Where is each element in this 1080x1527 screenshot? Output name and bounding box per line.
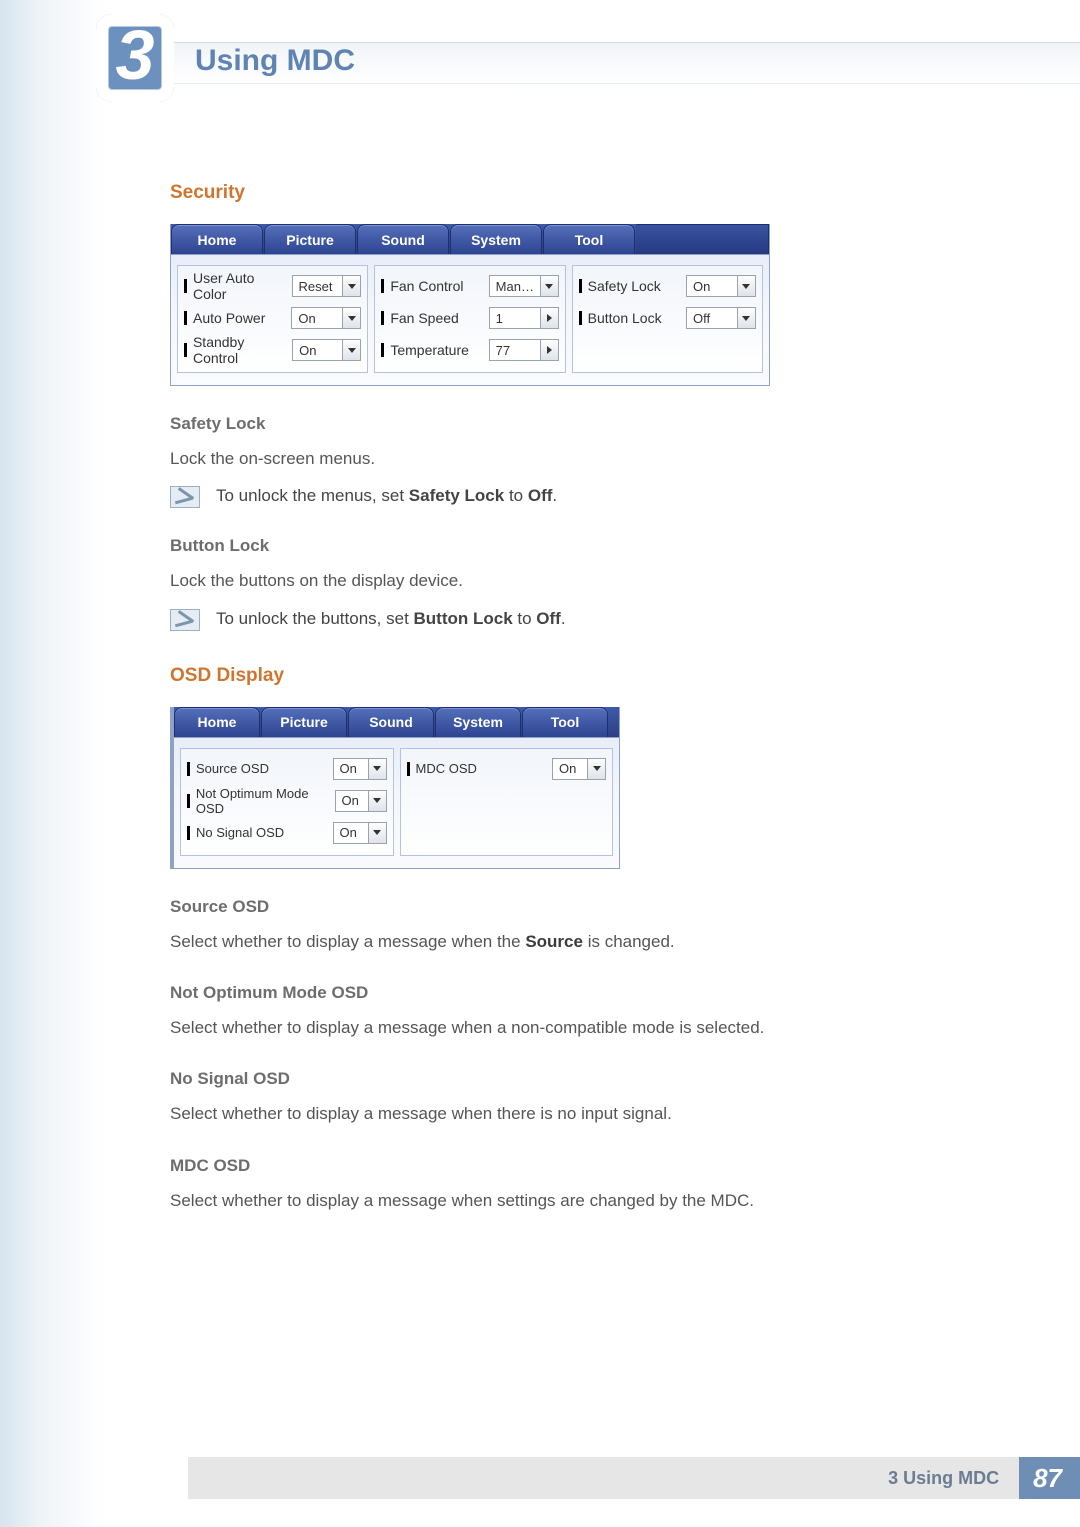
- safety-lock-dropdown[interactable]: On: [686, 275, 756, 297]
- temperature-spinner[interactable]: 77: [489, 339, 559, 361]
- button-lock-heading: Button Lock: [170, 536, 930, 556]
- chevron-down-icon: [737, 308, 755, 328]
- chevron-down-icon: [342, 340, 360, 360]
- chapter-number: 3: [116, 20, 155, 90]
- chevron-down-icon: [737, 276, 755, 296]
- chevron-right-icon: [540, 308, 558, 328]
- page-footer: 3 Using MDC 87: [188, 1457, 1080, 1499]
- tab-tool[interactable]: Tool: [522, 707, 608, 737]
- osd-panel: Home Picture Sound System Tool Source OS…: [170, 707, 620, 869]
- field-standby-control: Standby Control On: [184, 334, 361, 366]
- not-optimum-heading: Not Optimum Mode OSD: [170, 983, 930, 1003]
- field-user-auto-color: User Auto Color Reset: [184, 270, 361, 302]
- osd-heading: OSD Display: [170, 665, 930, 687]
- tab-system[interactable]: System: [435, 707, 521, 737]
- button-lock-desc: Lock the buttons on the display device.: [170, 568, 930, 594]
- field-safety-lock: Safety Lock On: [579, 270, 756, 302]
- security-group-2: Fan Control Man… Fan Speed 1 Temperature: [374, 265, 565, 373]
- fan-speed-spinner[interactable]: 1: [489, 307, 559, 329]
- security-panel-body: User Auto Color Reset Auto Power On Stan…: [171, 254, 769, 385]
- mdc-osd-dropdown[interactable]: On: [552, 758, 606, 780]
- chevron-down-icon: [368, 823, 386, 843]
- safety-lock-heading: Safety Lock: [170, 414, 930, 434]
- security-tab-bar: Home Picture Sound System Tool: [171, 224, 769, 254]
- security-panel: Home Picture Sound System Tool User Auto…: [170, 224, 770, 386]
- side-gradient: [0, 0, 105, 1527]
- fan-control-dropdown[interactable]: Man…: [489, 275, 559, 297]
- tab-picture[interactable]: Picture: [261, 707, 347, 737]
- osd-group-1: Source OSD On Not Optimum Mode OSD On No…: [180, 748, 394, 856]
- button-lock-note: To unlock the buttons, set Button Lock t…: [170, 609, 930, 631]
- field-mdc-osd: MDC OSD On: [407, 753, 607, 785]
- no-signal-desc: Select whether to display a message when…: [170, 1101, 930, 1127]
- field-no-signal-osd: No Signal OSD On: [187, 817, 387, 849]
- source-osd-dropdown[interactable]: On: [333, 758, 387, 780]
- source-osd-desc: Select whether to display a message when…: [170, 929, 930, 955]
- button-lock-dropdown[interactable]: Off: [686, 307, 756, 329]
- no-signal-osd-dropdown[interactable]: On: [333, 822, 387, 844]
- chevron-down-icon: [342, 308, 360, 328]
- chevron-down-icon: [368, 759, 386, 779]
- field-fan-control: Fan Control Man…: [381, 270, 558, 302]
- tab-sound[interactable]: Sound: [357, 224, 449, 254]
- note-icon: [170, 486, 200, 508]
- tab-tool[interactable]: Tool: [543, 224, 635, 254]
- button-lock-note-text: To unlock the buttons, set Button Lock t…: [216, 609, 566, 629]
- chevron-down-icon: [540, 276, 558, 296]
- not-optimum-desc: Select whether to display a message when…: [170, 1015, 930, 1041]
- field-auto-power: Auto Power On: [184, 302, 361, 334]
- tab-spacer: [636, 224, 769, 254]
- auto-power-dropdown[interactable]: On: [291, 307, 361, 329]
- standby-control-dropdown[interactable]: On: [292, 339, 361, 361]
- osd-tab-bar: Home Picture Sound System Tool: [174, 707, 619, 737]
- chevron-right-icon: [540, 340, 558, 360]
- chevron-down-icon: [587, 759, 605, 779]
- user-auto-color-dropdown[interactable]: Reset: [292, 275, 362, 297]
- chevron-down-icon: [342, 276, 360, 296]
- chevron-down-icon: [368, 791, 386, 811]
- note-icon: [170, 609, 200, 631]
- field-button-lock: Button Lock Off: [579, 302, 756, 334]
- tab-system[interactable]: System: [450, 224, 542, 254]
- field-not-optimum-osd: Not Optimum Mode OSD On: [187, 785, 387, 817]
- security-group-3: Safety Lock On Button Lock Off: [572, 265, 763, 373]
- mdc-osd-desc: Select whether to display a message when…: [170, 1188, 930, 1214]
- osd-group-2: MDC OSD On: [400, 748, 614, 856]
- mdc-osd-heading: MDC OSD: [170, 1156, 930, 1176]
- not-optimum-osd-dropdown[interactable]: On: [335, 790, 387, 812]
- safety-lock-desc: Lock the on-screen menus.: [170, 446, 930, 472]
- security-group-1: User Auto Color Reset Auto Power On Stan…: [177, 265, 368, 373]
- source-osd-heading: Source OSD: [170, 897, 930, 917]
- osd-panel-body: Source OSD On Not Optimum Mode OSD On No…: [174, 737, 619, 868]
- footer-page: 87: [1019, 1457, 1080, 1499]
- chapter-title: Using MDC: [195, 44, 355, 78]
- field-temperature: Temperature 77: [381, 334, 558, 366]
- tab-home[interactable]: Home: [174, 707, 260, 737]
- security-heading: Security: [170, 182, 930, 204]
- no-signal-heading: No Signal OSD: [170, 1069, 930, 1089]
- chapter-badge: 3: [96, 14, 174, 102]
- safety-lock-note-text: To unlock the menus, set Safety Lock to …: [216, 486, 557, 506]
- tab-home[interactable]: Home: [171, 224, 263, 254]
- tab-picture[interactable]: Picture: [264, 224, 356, 254]
- tab-sound[interactable]: Sound: [348, 707, 434, 737]
- footer-section: 3 Using MDC: [188, 1457, 1019, 1499]
- field-source-osd: Source OSD On: [187, 753, 387, 785]
- page-content: Security Home Picture Sound System Tool …: [170, 182, 930, 1220]
- field-fan-speed: Fan Speed 1: [381, 302, 558, 334]
- safety-lock-note: To unlock the menus, set Safety Lock to …: [170, 486, 930, 508]
